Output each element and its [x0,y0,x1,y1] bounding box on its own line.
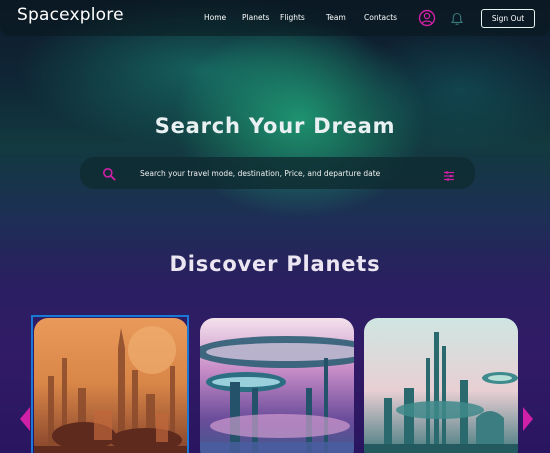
user-circle-icon[interactable] [418,9,436,27]
search-icon[interactable] [102,166,116,181]
nav-link-team[interactable]: Team [326,13,346,22]
filter-sliders-icon[interactable] [443,167,455,181]
nav-link-home[interactable]: Home [204,13,226,22]
top-navbar: Spacexplore Home Planets Flights Team Co… [0,0,550,36]
nav-link-contacts[interactable]: Contacts [364,13,397,22]
chevron-right-icon[interactable] [522,406,534,432]
hero-title: Search Your Dream [154,114,396,138]
bell-icon[interactable] [450,11,464,25]
planet-card-ringed-station[interactable] [200,318,354,453]
sign-out-button[interactable]: Sign Out [481,9,535,28]
nav-link-planets[interactable]: Planets [242,13,269,22]
selected-card-frame [31,315,189,453]
teal-towers-image [364,318,518,453]
nav-link-flights[interactable]: Flights [280,13,305,22]
discover-planets-title: Discover Planets [169,252,381,276]
chevron-left-icon[interactable] [19,406,31,432]
search-input[interactable] [140,165,440,181]
search-bar [80,157,475,189]
ringed-station-image [200,318,354,453]
planet-card-teal-towers[interactable] [364,318,518,453]
brand-logo[interactable]: Spacexplore [17,5,124,25]
